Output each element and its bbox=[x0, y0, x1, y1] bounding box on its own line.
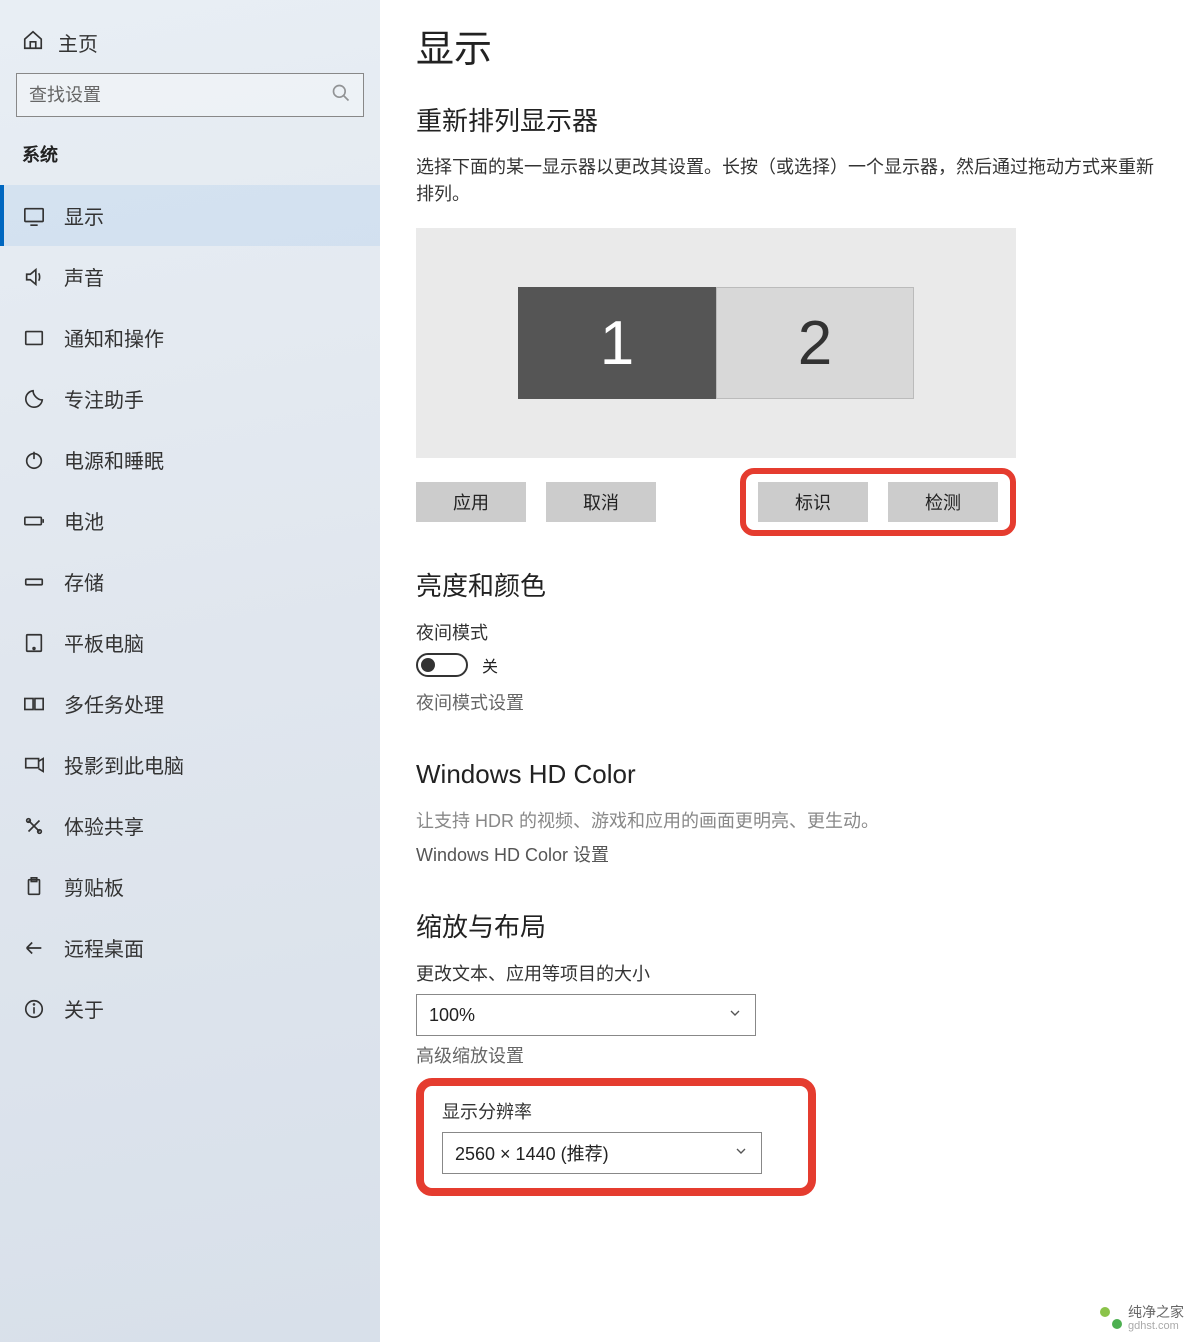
button-row: 应用 取消 标识 检测 bbox=[416, 468, 1016, 536]
nav-label: 多任务处理 bbox=[64, 689, 164, 718]
night-mode-state: 关 bbox=[482, 653, 498, 677]
monitor-2[interactable]: 2 bbox=[716, 287, 914, 399]
display-icon bbox=[22, 205, 46, 227]
home-icon bbox=[22, 29, 44, 57]
sidebar-item-remote[interactable]: 远程桌面 bbox=[0, 917, 380, 978]
resolution-label: 显示分辨率 bbox=[442, 1098, 790, 1124]
page-title: 显示 bbox=[416, 18, 1164, 73]
search-icon bbox=[331, 83, 351, 108]
clipboard-icon bbox=[22, 876, 46, 898]
nav-label: 声音 bbox=[64, 262, 104, 291]
night-mode-label: 夜间模式 bbox=[416, 619, 1164, 645]
scale-heading: 缩放与布局 bbox=[416, 907, 1164, 944]
remote-icon bbox=[22, 937, 46, 959]
sidebar-item-notifications[interactable]: 通知和操作 bbox=[0, 307, 380, 368]
battery-icon bbox=[22, 510, 46, 532]
detect-button[interactable]: 检测 bbox=[888, 482, 998, 522]
hdcolor-heading: Windows HD Color bbox=[416, 759, 1164, 790]
nav-label: 存储 bbox=[64, 567, 104, 596]
search-box[interactable] bbox=[16, 73, 364, 117]
sound-icon bbox=[22, 266, 46, 288]
nav-label: 电池 bbox=[64, 506, 104, 535]
nav-label: 专注助手 bbox=[64, 384, 144, 413]
main-content: 显示 重新排列显示器 选择下面的某一显示器以更改其设置。长按（或选择）一个显示器… bbox=[380, 0, 1194, 1342]
notifications-icon bbox=[22, 327, 46, 349]
hdcolor-desc: 让支持 HDR 的视频、游戏和应用的画面更明亮、更生动。 bbox=[416, 808, 1164, 835]
resolution-select[interactable]: 2560 × 1440 (推荐) bbox=[442, 1132, 762, 1174]
nav-label: 显示 bbox=[64, 201, 104, 230]
nav-label: 投影到此电脑 bbox=[64, 750, 184, 779]
night-mode-settings-link[interactable]: 夜间模式设置 bbox=[416, 689, 1164, 715]
sidebar-item-tablet[interactable]: 平板电脑 bbox=[0, 612, 380, 673]
sidebar-item-focus[interactable]: 专注助手 bbox=[0, 368, 380, 429]
home-link[interactable]: 主页 bbox=[0, 20, 380, 73]
cancel-button[interactable]: 取消 bbox=[546, 482, 656, 522]
resolution-value: 2560 × 1440 (推荐) bbox=[455, 1140, 609, 1166]
text-size-label: 更改文本、应用等项目的大小 bbox=[416, 960, 1164, 986]
sidebar-item-project[interactable]: 投影到此电脑 bbox=[0, 734, 380, 795]
sidebar-item-battery[interactable]: 电池 bbox=[0, 490, 380, 551]
nav-label: 电源和睡眠 bbox=[64, 445, 164, 474]
identify-button[interactable]: 标识 bbox=[758, 482, 868, 522]
rearrange-heading: 重新排列显示器 bbox=[416, 101, 1164, 138]
sidebar-item-shared[interactable]: 体验共享 bbox=[0, 795, 380, 856]
sidebar-item-multitask[interactable]: 多任务处理 bbox=[0, 673, 380, 734]
highlight-identify-detect: 标识 检测 bbox=[740, 468, 1016, 536]
multitask-icon bbox=[22, 693, 46, 715]
nav-label: 平板电脑 bbox=[64, 628, 144, 657]
sidebar-item-power[interactable]: 电源和睡眠 bbox=[0, 429, 380, 490]
sidebar: 主页 系统 显示 声音 通知和操作 专注助手 电源和睡眠 电池 存储 平板电脑 bbox=[0, 0, 380, 1342]
storage-icon bbox=[22, 571, 46, 593]
watermark-url: gdhst.com bbox=[1128, 1320, 1184, 1332]
advanced-scaling-link[interactable]: 高级缩放设置 bbox=[416, 1042, 1164, 1068]
sidebar-item-storage[interactable]: 存储 bbox=[0, 551, 380, 612]
search-input[interactable] bbox=[29, 85, 331, 106]
hdcolor-settings-link[interactable]: Windows HD Color 设置 bbox=[416, 841, 1164, 867]
apply-button[interactable]: 应用 bbox=[416, 482, 526, 522]
chevron-down-icon bbox=[733, 1143, 749, 1164]
nav-label: 通知和操作 bbox=[64, 323, 164, 352]
text-size-select[interactable]: 100% bbox=[416, 994, 756, 1036]
tablet-icon bbox=[22, 632, 46, 654]
display-arrange-area[interactable]: 1 2 bbox=[416, 228, 1016, 458]
rearrange-desc: 选择下面的某一显示器以更改其设置。长按（或选择）一个显示器，然后通过拖动方式来重… bbox=[416, 154, 1164, 208]
watermark-logo-icon bbox=[1100, 1307, 1122, 1329]
night-mode-toggle[interactable] bbox=[416, 653, 468, 677]
shared-icon bbox=[22, 815, 46, 837]
nav-label: 体验共享 bbox=[64, 811, 144, 840]
about-icon bbox=[22, 998, 46, 1020]
highlight-resolution: 显示分辨率 2560 × 1440 (推荐) bbox=[416, 1078, 816, 1196]
sidebar-section-title: 系统 bbox=[0, 141, 380, 185]
watermark-name: 纯净之家 bbox=[1128, 1305, 1184, 1320]
home-label: 主页 bbox=[58, 28, 98, 57]
chevron-down-icon bbox=[727, 1005, 743, 1026]
project-icon bbox=[22, 754, 46, 776]
sidebar-item-sound[interactable]: 声音 bbox=[0, 246, 380, 307]
sidebar-item-display[interactable]: 显示 bbox=[0, 185, 380, 246]
sidebar-item-about[interactable]: 关于 bbox=[0, 978, 380, 1039]
nav-label: 剪贴板 bbox=[64, 872, 124, 901]
power-icon bbox=[22, 449, 46, 471]
text-size-value: 100% bbox=[429, 1005, 475, 1026]
brightness-heading: 亮度和颜色 bbox=[416, 566, 1164, 603]
nav-label: 远程桌面 bbox=[64, 933, 144, 962]
monitor-1[interactable]: 1 bbox=[518, 287, 716, 399]
watermark: 纯净之家 gdhst.com bbox=[1100, 1305, 1184, 1332]
nav-label: 关于 bbox=[64, 994, 104, 1023]
focus-icon bbox=[22, 388, 46, 410]
sidebar-item-clipboard[interactable]: 剪贴板 bbox=[0, 856, 380, 917]
